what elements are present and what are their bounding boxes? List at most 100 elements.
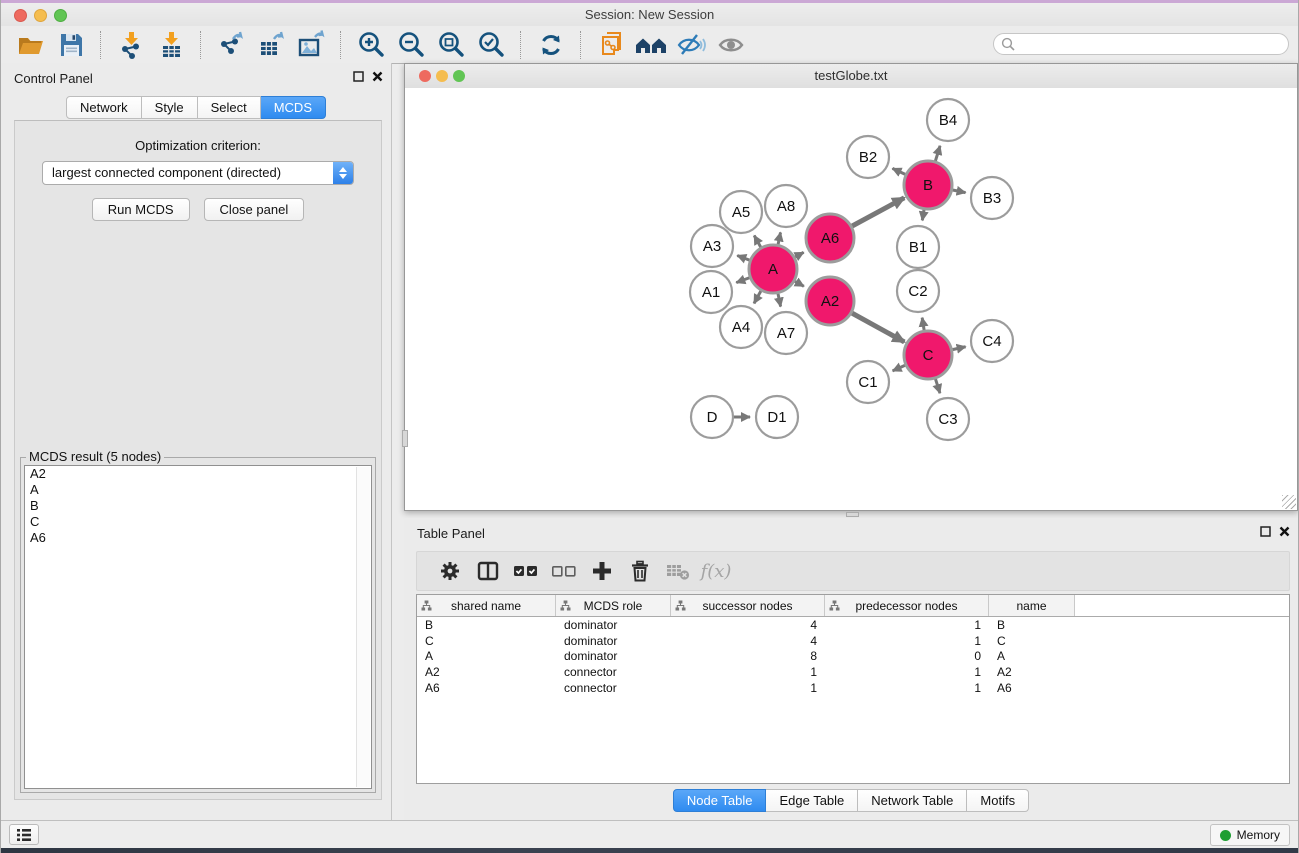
graph-node-C2[interactable] bbox=[897, 270, 939, 312]
table-cell[interactable]: B bbox=[417, 618, 556, 632]
memory-button[interactable]: Memory bbox=[1210, 824, 1290, 846]
tab-network-table[interactable]: Network Table bbox=[858, 789, 967, 812]
network-maximize-traffic-light[interactable] bbox=[453, 70, 465, 82]
graph-node-A4[interactable] bbox=[720, 306, 762, 348]
table-cell[interactable]: 1 bbox=[825, 634, 989, 648]
mcds-result-item[interactable]: A bbox=[25, 482, 371, 498]
graph-node-C3[interactable] bbox=[927, 398, 969, 440]
graph-node-D1[interactable] bbox=[756, 396, 798, 438]
search-field[interactable] bbox=[993, 33, 1289, 55]
delete-row-button[interactable] bbox=[621, 554, 659, 588]
mcds-result-item[interactable]: A6 bbox=[25, 530, 371, 546]
network-graph[interactable]: B4B2BB3A8A5A6A3B1AC2A1A2A4A7C4CC1DD1C3 bbox=[405, 88, 1297, 510]
graph-node-A5[interactable] bbox=[720, 191, 762, 233]
table-cell[interactable]: C bbox=[989, 634, 1075, 648]
list-scrollbar[interactable] bbox=[356, 467, 370, 787]
table-cell[interactable]: A bbox=[989, 649, 1075, 663]
graph-node-C[interactable] bbox=[904, 331, 952, 379]
zoom-in-button[interactable] bbox=[351, 28, 391, 61]
export-table-button[interactable] bbox=[251, 28, 291, 61]
column-header-predecessor-nodes[interactable]: predecessor nodes bbox=[825, 595, 989, 616]
show-column-button[interactable] bbox=[469, 554, 507, 588]
table-cell[interactable]: 1 bbox=[825, 618, 989, 632]
graph-node-B4[interactable] bbox=[927, 99, 969, 141]
tab-edge-table[interactable]: Edge Table bbox=[766, 789, 858, 812]
tab-motifs[interactable]: Motifs bbox=[967, 789, 1029, 812]
save-session-button[interactable] bbox=[51, 28, 91, 61]
tab-node-table[interactable]: Node Table bbox=[673, 789, 767, 812]
close-traffic-light[interactable] bbox=[14, 9, 27, 22]
network-canvas[interactable]: B4B2BB3A8A5A6A3B1AC2A1A2A4A7C4CC1DD1C3 bbox=[405, 88, 1297, 510]
table-cell[interactable]: B bbox=[989, 618, 1075, 632]
clone-network-button[interactable] bbox=[591, 28, 631, 61]
mcds-result-item[interactable]: B bbox=[25, 498, 371, 514]
run-mcds-button[interactable]: Run MCDS bbox=[92, 198, 190, 221]
table-cell[interactable]: dominator bbox=[556, 649, 671, 663]
table-cell[interactable]: A2 bbox=[417, 665, 556, 679]
mcds-result-item[interactable]: A2 bbox=[25, 466, 371, 482]
table-cell[interactable]: 1 bbox=[825, 681, 989, 695]
table-settings-button[interactable] bbox=[431, 554, 469, 588]
minimize-traffic-light[interactable] bbox=[34, 9, 47, 22]
table-row[interactable]: Bdominator41B bbox=[417, 617, 1289, 633]
panel-menu-button[interactable] bbox=[9, 824, 39, 845]
graph-node-D[interactable] bbox=[691, 396, 733, 438]
table-row[interactable]: A6connector11A6 bbox=[417, 680, 1289, 696]
network-minimize-traffic-light[interactable] bbox=[436, 70, 448, 82]
import-table-button[interactable] bbox=[151, 28, 191, 61]
network-window-title-bar[interactable]: testGlobe.txt bbox=[405, 64, 1297, 89]
column-header-MCDS-role[interactable]: MCDS role bbox=[556, 595, 671, 616]
graph-node-B3[interactable] bbox=[971, 177, 1013, 219]
graph-node-A1[interactable] bbox=[690, 271, 732, 313]
add-row-button[interactable] bbox=[583, 554, 621, 588]
table-cell[interactable]: A6 bbox=[989, 681, 1075, 695]
tab-style[interactable]: Style bbox=[142, 96, 198, 119]
float-panel-icon[interactable] bbox=[353, 71, 364, 82]
float-panel-icon[interactable] bbox=[1260, 526, 1271, 537]
graph-node-A[interactable] bbox=[749, 245, 797, 293]
zoom-selected-button[interactable] bbox=[471, 28, 511, 61]
table-cell[interactable]: 8 bbox=[671, 649, 825, 663]
close-panel-icon[interactable] bbox=[372, 71, 383, 82]
table-cell[interactable]: A2 bbox=[989, 665, 1075, 679]
mcds-result-list[interactable]: A2ABCA6 bbox=[24, 465, 372, 789]
table-cell[interactable]: connector bbox=[556, 665, 671, 679]
table-cell[interactable]: 1 bbox=[671, 681, 825, 695]
table-row[interactable]: Cdominator41C bbox=[417, 633, 1289, 649]
export-network-button[interactable] bbox=[211, 28, 251, 61]
graph-node-B[interactable] bbox=[904, 161, 952, 209]
table-row[interactable]: A2connector11A2 bbox=[417, 664, 1289, 680]
tab-network[interactable]: Network bbox=[66, 96, 142, 119]
graph-node-A2[interactable] bbox=[806, 277, 854, 325]
column-header-shared-name[interactable]: shared name bbox=[417, 595, 556, 616]
delete-table-button[interactable] bbox=[659, 554, 697, 588]
table-cell[interactable]: 4 bbox=[671, 618, 825, 632]
network-close-traffic-light[interactable] bbox=[419, 70, 431, 82]
table-cell[interactable]: 0 bbox=[825, 649, 989, 663]
table-cell[interactable]: A6 bbox=[417, 681, 556, 695]
show-all-button[interactable] bbox=[711, 28, 751, 61]
table-cell[interactable]: C bbox=[417, 634, 556, 648]
column-header-successor-nodes[interactable]: successor nodes bbox=[671, 595, 825, 616]
graph-node-A8[interactable] bbox=[765, 185, 807, 227]
graph-node-C1[interactable] bbox=[847, 361, 889, 403]
graph-node-C4[interactable] bbox=[971, 320, 1013, 362]
graph-node-A6[interactable] bbox=[806, 214, 854, 262]
export-image-button[interactable] bbox=[291, 28, 331, 61]
tab-select[interactable]: Select bbox=[198, 96, 261, 119]
close-panel-icon[interactable] bbox=[1279, 526, 1290, 537]
hide-selected-button[interactable] bbox=[671, 28, 711, 61]
unselect-all-button[interactable] bbox=[545, 554, 583, 588]
criterion-select[interactable]: largest connected component (directed) bbox=[42, 161, 354, 185]
open-file-button[interactable] bbox=[11, 28, 51, 61]
refresh-button[interactable] bbox=[531, 28, 571, 61]
select-all-button[interactable] bbox=[507, 554, 545, 588]
graph-node-A3[interactable] bbox=[691, 225, 733, 267]
import-network-button[interactable] bbox=[111, 28, 151, 61]
horizontal-splitter-handle[interactable] bbox=[402, 430, 408, 447]
tab-mcds[interactable]: MCDS bbox=[261, 96, 326, 119]
graph-node-B2[interactable] bbox=[847, 136, 889, 178]
close-panel-button[interactable]: Close panel bbox=[204, 198, 305, 221]
table-cell[interactable]: dominator bbox=[556, 618, 671, 632]
maximize-traffic-light[interactable] bbox=[54, 9, 67, 22]
